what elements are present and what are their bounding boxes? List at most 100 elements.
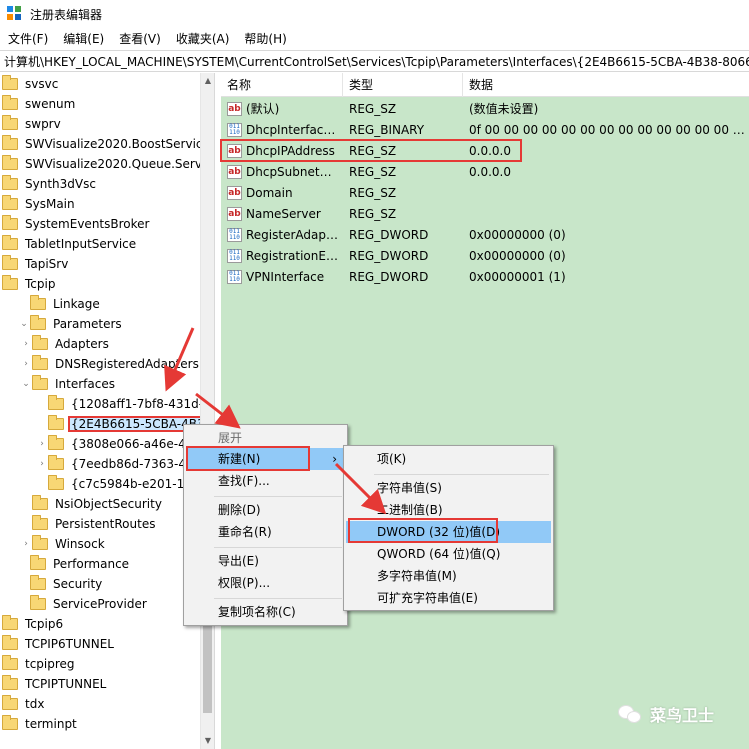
tree-item[interactable]: tcpipreg: [2, 654, 77, 674]
scroll-down-icon[interactable]: ▼: [201, 733, 215, 749]
string-value-icon: ab: [227, 207, 242, 221]
binary-value-icon: 011 110: [227, 228, 242, 242]
tree-item[interactable]: › {3808e066-a46e-47: [36, 434, 195, 454]
string-value-icon: ab: [227, 186, 242, 200]
tree-item-label: {3808e066-a46e-47: [71, 437, 194, 451]
menu-permissions[interactable]: 权限(P)...: [184, 572, 347, 594]
tree-item[interactable]: Tcpip6: [2, 614, 65, 634]
tree-item[interactable]: TCPIP6TUNNEL: [2, 634, 116, 654]
folder-icon: [32, 335, 48, 350]
value-row[interactable]: 011110 RegistrationEnabled REG_DWORD 0x0000…: [221, 246, 749, 267]
dhcpipaddress-highlight: [220, 139, 522, 162]
menu-separator: [374, 474, 549, 475]
menu-find[interactable]: 查找(F)...: [184, 470, 347, 492]
menu-favorites[interactable]: 收藏夹(A): [168, 28, 237, 50]
value-row[interactable]: ab (默认) REG_SZ (数值未设置): [221, 99, 749, 120]
tree-item[interactable]: › DNSRegisteredAdapters: [20, 354, 201, 374]
expand-arrow-icon[interactable]: ›: [20, 339, 32, 349]
folder-icon: [2, 635, 18, 650]
tree-item[interactable]: terminpt: [2, 714, 79, 734]
menu-edit[interactable]: 编辑(E): [55, 28, 111, 50]
tree-item-label: Tcpip: [25, 277, 56, 291]
tree-item[interactable]: TapiSrv: [2, 254, 70, 274]
collapse-arrow-icon[interactable]: ⌄: [20, 379, 32, 389]
menu-help[interactable]: 帮助(H): [236, 28, 293, 50]
values-pane[interactable]: 名称 类型 数据 ab (默认) REG_SZ (数值未设置) 011 110 DhcpIn…: [221, 73, 749, 749]
menu-export[interactable]: 导出(E): [184, 550, 347, 572]
value-row[interactable]: ab NameServer REG_SZ: [221, 204, 749, 225]
tree-item[interactable]: swenum: [2, 94, 77, 114]
expand-arrow-icon[interactable]: ›: [20, 359, 32, 369]
tree-item[interactable]: tdx: [2, 694, 46, 714]
tree-item[interactable]: TCPIPTUNNEL: [2, 674, 108, 694]
tree-item[interactable]: › Winsock: [20, 534, 107, 554]
expand-arrow-icon[interactable]: ›: [36, 459, 48, 469]
submenu-qword-value[interactable]: QWORD (64 位)值(Q): [344, 543, 553, 565]
tree-item[interactable]: Security: [18, 574, 104, 594]
folder-icon: [2, 155, 18, 170]
tree-item[interactable]: TabletInputService: [2, 234, 138, 254]
menu-view[interactable]: 查看(V): [111, 28, 168, 50]
tree-item[interactable]: › {7eedb86d-7363-4b: [36, 454, 196, 474]
tree-item[interactable]: {1208aff1-7bf8-431d-a: [36, 394, 212, 414]
value-row[interactable]: ab Domain REG_SZ: [221, 183, 749, 204]
tree-item[interactable]: Linkage: [18, 294, 102, 314]
value-row[interactable]: 011 110 VPNInterface REG_DWORD 0x00000001 (1…: [221, 267, 749, 288]
menu-rename[interactable]: 重命名(R): [184, 521, 347, 543]
address-bar[interactable]: 计算机\HKEY_LOCAL_MACHINE\SYSTEM\CurrentCon…: [0, 50, 749, 72]
value-data: 0f 00 00 00 00 00 00 00 00 00 00 00 00 0…: [469, 123, 745, 137]
tree-item[interactable]: NsiObjectSecurity: [20, 494, 164, 514]
tree-item[interactable]: Tcpip: [2, 274, 57, 294]
menu-bar: 文件(F) 编辑(E) 查看(V) 收藏夹(A) 帮助(H): [0, 28, 749, 50]
tree-item[interactable]: SWVisualize2020.Queue.Server: [2, 154, 214, 174]
tree-item-label: tdx: [25, 697, 45, 711]
registry-tree[interactable]: svsvc swenum swprv SWVisualize2020.BoostSer…: [0, 73, 214, 749]
expand-arrow-icon[interactable]: ›: [20, 539, 32, 549]
menu-copy-key-name[interactable]: 复制项名称(C): [184, 601, 347, 623]
column-name[interactable]: 名称: [221, 73, 343, 97]
folder-icon: [2, 275, 18, 290]
tree-item-label: TCPIPTUNNEL: [25, 677, 107, 691]
tree-item[interactable]: svsvc: [2, 74, 60, 94]
value-row[interactable]: 011110 DhcpInterfaceOptions REG_BINARY 0f 0…: [221, 120, 749, 141]
folder-icon: [48, 475, 64, 490]
value-name: (默认): [246, 102, 280, 116]
tree-item[interactable]: Performance: [18, 554, 131, 574]
folder-icon: [30, 575, 46, 590]
tree-item[interactable]: {c7c5984b-e201-11: [36, 474, 194, 494]
tree-item[interactable]: SystemEventsBroker: [2, 214, 151, 234]
value-row[interactable]: 011110 RegisterAdapterName REG_DWORD 0x0000…: [221, 225, 749, 246]
scroll-up-icon[interactable]: ▲: [201, 73, 215, 89]
folder-icon: [48, 435, 64, 450]
submenu-multi-string-value[interactable]: 多字符串值(M): [344, 565, 553, 587]
expand-arrow-icon[interactable]: ›: [36, 439, 48, 449]
tree-item[interactable]: › Adapters: [20, 334, 111, 354]
tree-item-label: SWVisualize2020.BoostService: [25, 137, 210, 151]
folder-icon: [32, 495, 48, 510]
tree-item[interactable]: ⌄ Parameters: [18, 314, 124, 334]
tree-item[interactable]: swprv: [2, 114, 63, 134]
menu-file[interactable]: 文件(F): [0, 28, 55, 50]
tree-item[interactable]: PersistentRoutes: [20, 514, 157, 534]
tree-item[interactable]: ServiceProvider: [18, 594, 149, 614]
submenu-string-value[interactable]: 字符串值(S): [344, 477, 553, 499]
pane-splitter[interactable]: [214, 73, 221, 749]
menu-delete[interactable]: 删除(D): [184, 499, 347, 521]
column-type[interactable]: 类型: [343, 73, 463, 97]
folder-icon: [2, 655, 18, 670]
tree-scrollbar[interactable]: ▲ ▼: [200, 73, 214, 749]
value-row[interactable]: ab DhcpSubnetMask REG_SZ 0.0.0.0: [221, 162, 749, 183]
tree-item[interactable]: SWVisualize2020.BoostService: [2, 134, 212, 154]
submenu-key[interactable]: 项(K): [344, 448, 553, 470]
collapse-arrow-icon[interactable]: ⌄: [18, 319, 30, 329]
submenu-expandable-string-value[interactable]: 可扩充字符串值(E): [344, 587, 553, 609]
tree-item-label: terminpt: [25, 717, 77, 731]
tree-item[interactable]: ⌄ Interfaces: [20, 374, 117, 394]
regedit-app-icon: [7, 6, 23, 22]
value-data: 0.0.0.0: [469, 165, 511, 179]
column-data[interactable]: 数据: [463, 73, 749, 97]
binary-value-icon: 011 110: [227, 270, 242, 284]
tree-item-label: Security: [53, 577, 103, 591]
tree-item[interactable]: SysMain: [2, 194, 77, 214]
tree-item[interactable]: Synth3dVsc: [2, 174, 98, 194]
